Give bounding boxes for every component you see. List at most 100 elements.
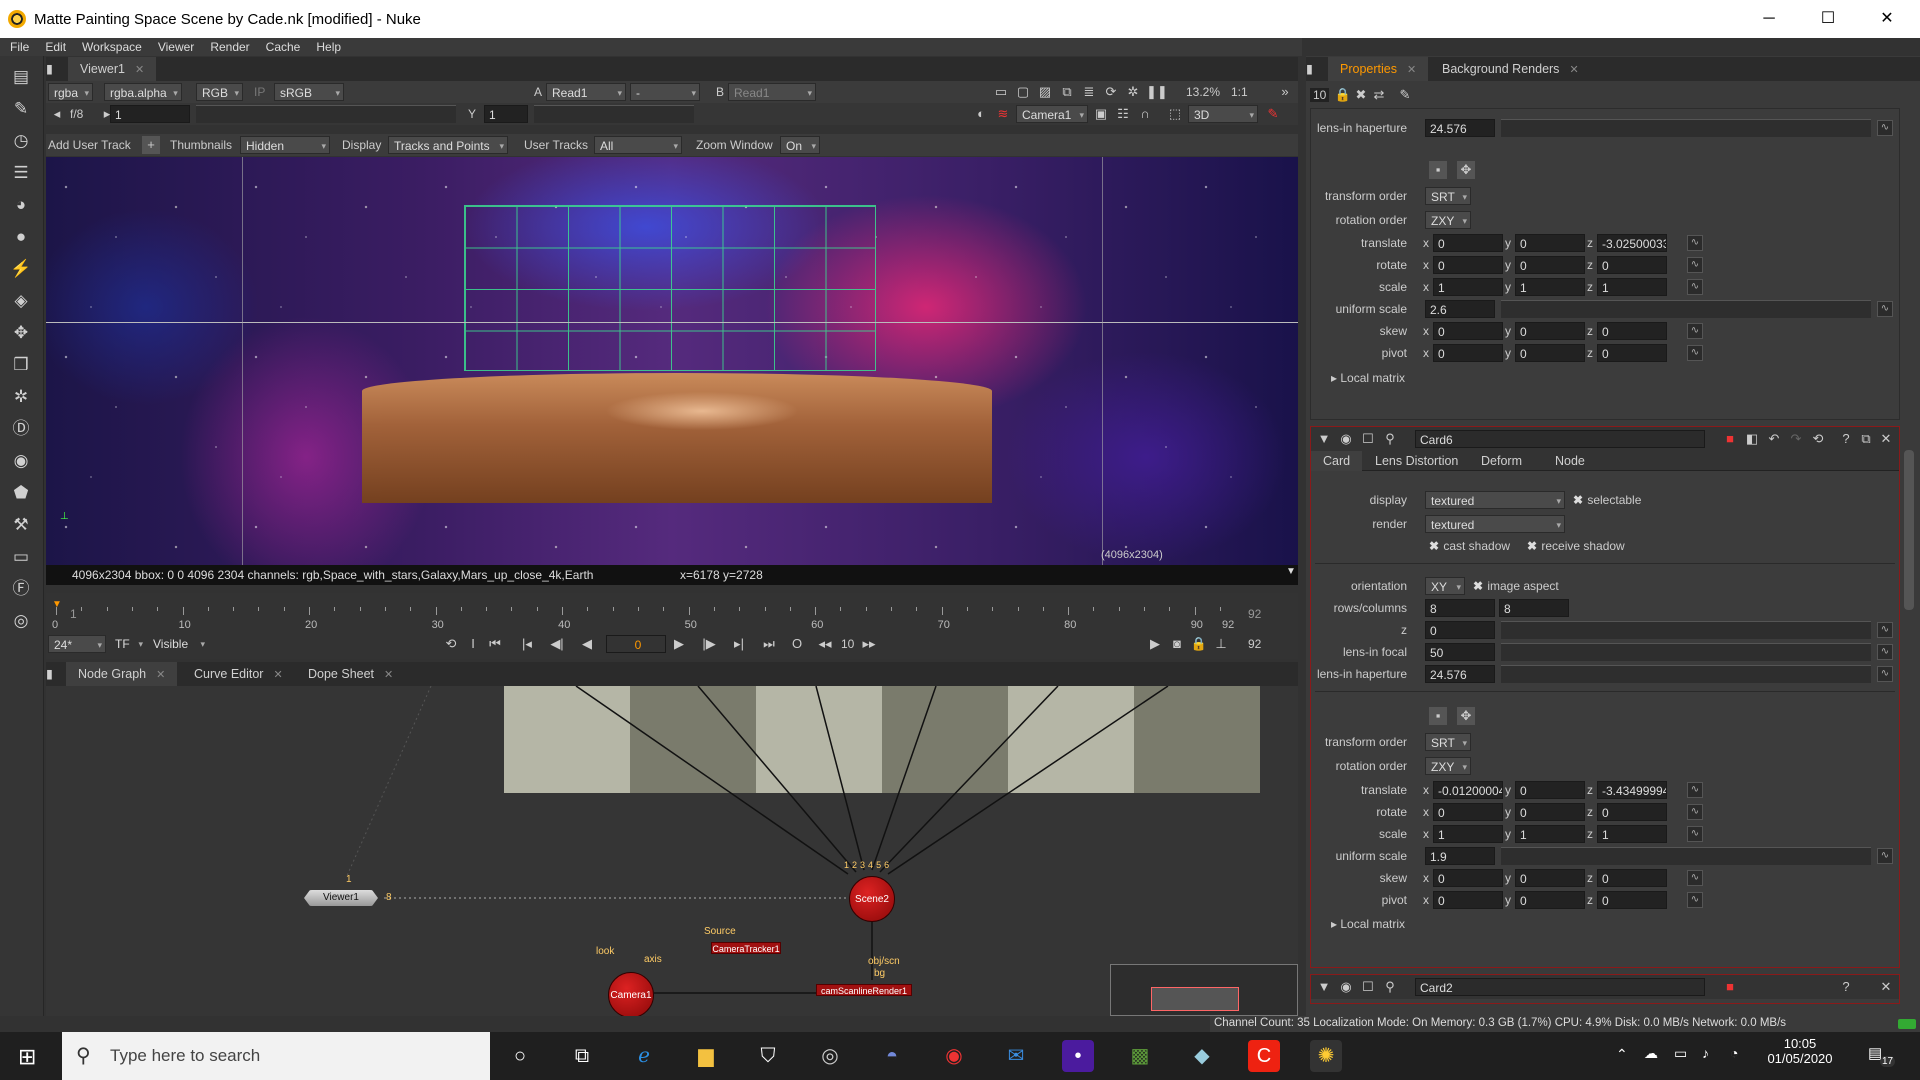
thumbnails-dropdown[interactable]: Hidden bbox=[240, 136, 330, 155]
cara-tool-icon[interactable]: ◎ bbox=[8, 610, 34, 632]
wipe-op-dropdown[interactable]: - bbox=[630, 83, 700, 102]
playhead-icon[interactable]: ▼ bbox=[52, 599, 62, 610]
lens-haperture-slider[interactable] bbox=[1501, 119, 1871, 137]
fstop-value[interactable]: f/8 bbox=[70, 107, 83, 121]
image-aspect-checkbox[interactable]: ✖ image aspect bbox=[1473, 579, 1559, 593]
curve-icon[interactable]: ∿ bbox=[1877, 644, 1893, 660]
rotate-z-field[interactable]: 0 bbox=[1597, 256, 1667, 274]
next-frame-icon[interactable]: |▶ bbox=[700, 635, 718, 653]
taskbar-search[interactable]: ⚲ Type here to search bbox=[62, 1032, 490, 1080]
scale-y-field[interactable]: 1 bbox=[1515, 278, 1585, 296]
nuke-taskbar-icon[interactable]: ✺ bbox=[1310, 1040, 1342, 1072]
scale-x-field[interactable]: 1 bbox=[1433, 278, 1503, 296]
menu-viewer[interactable]: Viewer bbox=[148, 38, 200, 54]
add-track-icon[interactable]: + bbox=[142, 136, 160, 154]
rotation-order-dropdown[interactable]: ZXY bbox=[1425, 757, 1471, 776]
stamp-icon[interactable]: ⚲ bbox=[1381, 978, 1399, 996]
undo-icon[interactable]: ↶ bbox=[1765, 430, 1783, 448]
lens-haperture-field[interactable]: 24.576 bbox=[1425, 119, 1495, 137]
translate-y-field[interactable]: 0 bbox=[1515, 781, 1585, 799]
curve-icon[interactable]: ∿ bbox=[1877, 848, 1893, 864]
prev-keyframe-icon[interactable]: |◂ bbox=[518, 635, 536, 653]
lock-camera-icon[interactable]: ≋ bbox=[994, 105, 1012, 123]
tab-properties[interactable]: Properties ✕ bbox=[1328, 57, 1429, 81]
snap-icon[interactable]: ✥ bbox=[1457, 707, 1475, 725]
out-point-icon[interactable]: O bbox=[788, 635, 806, 653]
in-point-icon[interactable]: I bbox=[464, 635, 482, 653]
tab-node[interactable]: Node bbox=[1543, 451, 1597, 471]
store-icon[interactable]: ⛉ bbox=[752, 1040, 784, 1072]
translate-z-field[interactable]: -3.02500033 bbox=[1597, 234, 1667, 252]
camera-dropdown[interactable]: Camera1 bbox=[1016, 105, 1088, 124]
pivot-z-field[interactable]: 0 bbox=[1597, 891, 1667, 909]
curve-icon[interactable]: ∿ bbox=[1877, 666, 1893, 682]
merge-tool-icon[interactable]: ◈ bbox=[8, 290, 34, 312]
viewer-canvas[interactable]: ⊥ (4096x2304) bbox=[46, 157, 1298, 565]
last-frame-icon[interactable]: ⏭ bbox=[760, 635, 778, 653]
curve-icon[interactable]: ∿ bbox=[1687, 279, 1703, 295]
display-mode-dropdown[interactable]: textured bbox=[1425, 491, 1565, 510]
menu-render[interactable]: Render bbox=[200, 38, 255, 54]
gamma-slider[interactable] bbox=[534, 105, 694, 123]
rotate-x-field[interactable]: 0 bbox=[1433, 803, 1503, 821]
current-frame-field[interactable]: 0 bbox=[606, 635, 666, 653]
folder-icon[interactable]: ▪ bbox=[1429, 161, 1447, 179]
add-user-track-button[interactable]: Add User Track bbox=[48, 138, 131, 152]
minimize-button[interactable]: ─ bbox=[1746, 6, 1792, 32]
selectable-checkbox[interactable]: ✖ selectable bbox=[1573, 493, 1641, 507]
prev-frame-icon[interactable]: ◀| bbox=[548, 635, 566, 653]
b-input-dropdown[interactable]: Read1 bbox=[728, 83, 816, 102]
receive-shadow-checkbox[interactable]: ✖ receive shadow bbox=[1527, 539, 1625, 553]
close-icon[interactable]: ✕ bbox=[135, 64, 144, 76]
downscale-icon[interactable]: ≣ bbox=[1080, 83, 1098, 101]
zoom-window-dropdown[interactable]: On bbox=[780, 136, 820, 155]
uniform-scale-slider[interactable] bbox=[1501, 300, 1871, 318]
close-icon[interactable]: ✕ bbox=[273, 669, 282, 681]
folder-icon[interactable]: ▪ bbox=[1429, 707, 1447, 725]
clip-warning-icon[interactable]: ▨ bbox=[1036, 83, 1054, 101]
proxy-icon[interactable]: ⧉ bbox=[1058, 83, 1076, 101]
max-panels-count[interactable]: 10 bbox=[1310, 88, 1330, 102]
center-node-icon[interactable]: ◉ bbox=[1337, 430, 1355, 448]
close-icon[interactable]: ✕ bbox=[1877, 978, 1895, 996]
scale-z-field[interactable]: 1 bbox=[1597, 825, 1667, 843]
stamp-icon[interactable]: ⚲ bbox=[1381, 430, 1399, 448]
range-icon[interactable]: ⊥ bbox=[1212, 635, 1230, 653]
translate-x-field[interactable]: -0.01200004 bbox=[1433, 781, 1503, 799]
fps-dropdown[interactable]: 24* bbox=[48, 635, 106, 654]
columns-field[interactable]: 8 bbox=[1499, 599, 1569, 617]
node-graph[interactable]: Viewer1 1 8 Scene2 Camera1 CameraTracker… bbox=[46, 686, 1298, 1016]
close-button[interactable]: ✕ bbox=[1864, 6, 1910, 32]
gl-color-icon[interactable]: ◧ bbox=[1743, 430, 1761, 448]
tab-deform[interactable]: Deform bbox=[1469, 451, 1534, 471]
curve-icon[interactable]: ∿ bbox=[1877, 301, 1893, 317]
tab-background-renders[interactable]: Background Renders ✕ bbox=[1430, 57, 1591, 81]
pixel-ratio[interactable]: 1:1 bbox=[1231, 85, 1248, 99]
lens-focal-field[interactable]: 50 bbox=[1425, 643, 1495, 661]
skip-forward-icon[interactable]: ▸▸ bbox=[860, 635, 878, 653]
pivot-y-field[interactable]: 0 bbox=[1515, 344, 1585, 362]
user-tracks-dropdown[interactable]: All bbox=[594, 136, 682, 155]
pivot-y-field[interactable]: 0 bbox=[1515, 891, 1585, 909]
overscan-icon[interactable]: ▭ bbox=[992, 83, 1010, 101]
next-keyframe-icon[interactable]: ▸| bbox=[730, 635, 748, 653]
channel-tool-icon[interactable]: ☰ bbox=[8, 162, 34, 184]
camera1-node[interactable]: Camera1 bbox=[608, 972, 654, 1016]
revert-icon[interactable]: ⟲ bbox=[1809, 430, 1827, 448]
lens-focal-slider[interactable] bbox=[1501, 643, 1871, 661]
curve-icon[interactable]: ∿ bbox=[1877, 120, 1893, 136]
node-name-field[interactable]: Card6 bbox=[1415, 430, 1705, 448]
collapse-icon[interactable]: ▼ bbox=[1315, 430, 1333, 448]
scale-z-field[interactable]: 1 bbox=[1597, 278, 1667, 296]
curve-icon[interactable]: ∿ bbox=[1687, 235, 1703, 251]
camera-icon[interactable]: ▣ bbox=[1092, 105, 1110, 123]
cortana-icon[interactable]: ○ bbox=[504, 1040, 536, 1072]
props-pane-menu-icon[interactable]: ▮ bbox=[1306, 57, 1322, 81]
skew-x-field[interactable]: 0 bbox=[1433, 322, 1503, 340]
gain-slider[interactable] bbox=[196, 105, 456, 123]
ip-button[interactable]: IP bbox=[254, 85, 265, 99]
3d-tool-icon[interactable]: ❒ bbox=[8, 354, 34, 376]
frame-step[interactable]: 10 bbox=[841, 637, 854, 651]
color-swatch-icon[interactable]: ■ bbox=[1721, 978, 1739, 996]
update-icon[interactable]: ✲ bbox=[1124, 83, 1142, 101]
